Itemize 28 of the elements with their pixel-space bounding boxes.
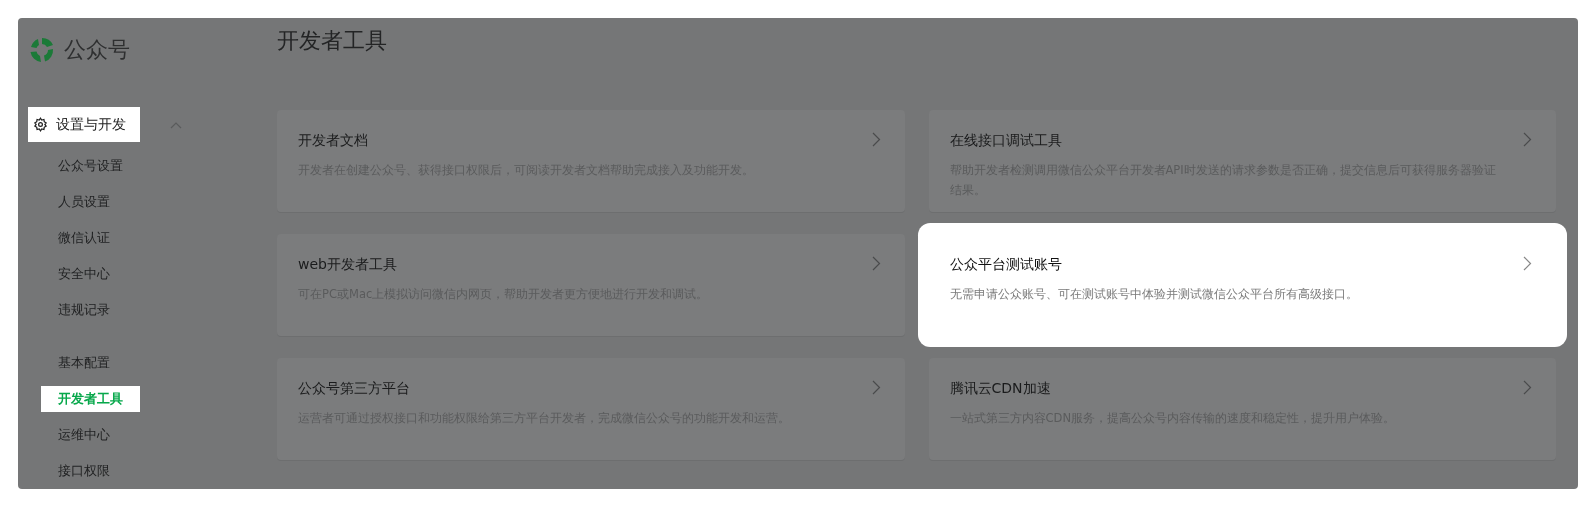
chevron-right-icon (1523, 256, 1532, 271)
sidebar-item[interactable]: 基本配置 (41, 350, 127, 376)
card-title: 腾讯云CDN加速 (949, 380, 1052, 398)
card-description: 无需申请公众账号、可在测试账号中体验并测试微信公众平台所有高级接口。 (949, 286, 1359, 303)
sidebar-item[interactable]: 接口权限 (41, 458, 127, 484)
card-title: web开发者工具 (298, 256, 398, 274)
sidebar-item[interactable]: 人员设置 (41, 189, 127, 215)
chevron-up-icon[interactable] (170, 120, 182, 129)
sidebar-item[interactable]: 违规记录 (41, 297, 127, 323)
settings-section-header[interactable]: 设置与开发 (28, 107, 140, 142)
chevron-right-icon (1523, 380, 1532, 395)
card-title: 公众号第三方平台 (298, 380, 411, 398)
chevron-right-icon (871, 256, 881, 271)
chevron-right-icon (871, 380, 881, 395)
settings-icon (33, 117, 48, 132)
page-title: 开发者工具 (277, 27, 388, 55)
sidebar-item[interactable]: 运维中心 (41, 422, 127, 448)
sidebar-item[interactable]: 公众号设置 (41, 153, 140, 179)
card-title: 开发者文档 (298, 132, 369, 150)
card-title: 在线接口调试工具 (949, 132, 1063, 150)
sidebar-item[interactable]: 安全中心 (41, 261, 127, 287)
sidebar-item[interactable]: 开发者工具 (41, 386, 140, 412)
logo-text: 公众号 (64, 36, 130, 64)
logo-icon (28, 36, 56, 64)
chevron-right-icon (871, 132, 881, 147)
card-title: 公众平台测试账号 (949, 256, 1063, 274)
sidebar-item[interactable]: 微信认证 (41, 225, 127, 251)
chevron-right-icon (1523, 132, 1532, 147)
